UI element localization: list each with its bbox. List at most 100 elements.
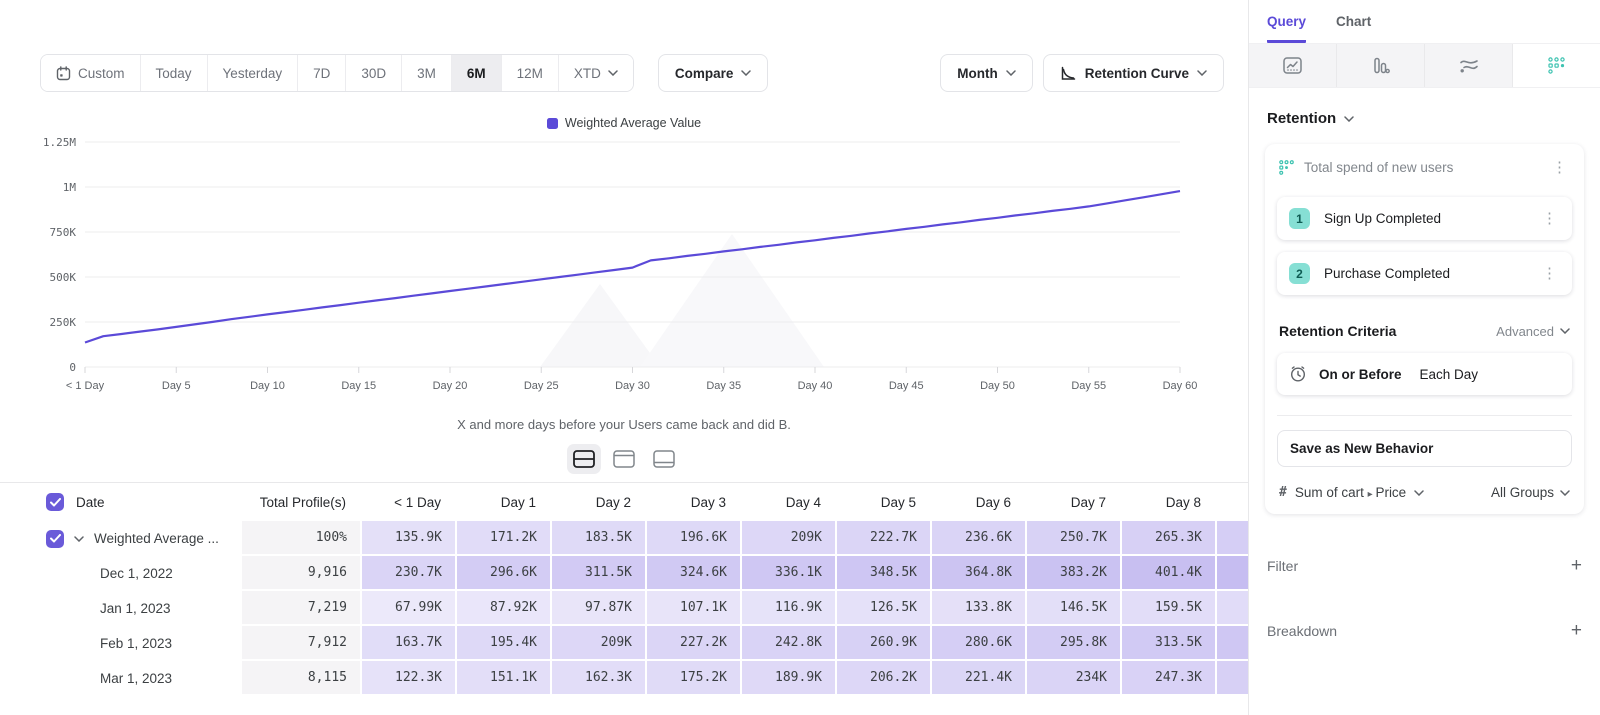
layout-split-icon[interactable]: [567, 444, 601, 474]
retention-cell-1day[interactable]: 67.99K: [360, 591, 455, 626]
bar-chart-icon[interactable]: [1337, 44, 1425, 87]
table-row[interactable]: Dec 1, 20229,916230.7K296.6K311.5K324.6K…: [0, 556, 1248, 591]
range-3m[interactable]: 3M: [402, 55, 452, 91]
insights-icon[interactable]: [1249, 44, 1337, 87]
number-property-icon: #: [1279, 485, 1287, 500]
table-row[interactable]: Mar 1, 20238,115122.3K151.1K162.3K175.2K…: [0, 661, 1248, 696]
retention-cell-day2[interactable]: 183.5K: [550, 521, 645, 556]
retention-cell-day1[interactable]: 195.4K: [455, 626, 550, 661]
range-custom[interactable]: Custom: [41, 55, 141, 91]
retention-cell-day8[interactable]: 401.4K: [1120, 556, 1215, 591]
kebab-menu-icon[interactable]: ⋮: [1549, 160, 1570, 175]
retention-cell-1day[interactable]: 135.9K: [360, 521, 455, 556]
behavior-step[interactable]: 2Purchase Completed⋮: [1277, 252, 1572, 295]
retention-cell-day7[interactable]: 250.7K: [1025, 521, 1120, 556]
layout-table-only-icon[interactable]: [647, 444, 681, 474]
retention-cell-day1[interactable]: 296.6K: [455, 556, 550, 591]
range-6m[interactable]: 6M: [452, 55, 502, 91]
retention-cell-day4[interactable]: 242.8K: [740, 626, 835, 661]
retention-cell-day1[interactable]: 87.92K: [455, 591, 550, 626]
retention-cell-day3[interactable]: 196.6K: [645, 521, 740, 556]
behavior-step[interactable]: 1Sign Up Completed⋮: [1277, 197, 1572, 240]
retention-cell-day7[interactable]: 295.8K: [1025, 626, 1120, 661]
retention-cell-day7[interactable]: 234K: [1025, 661, 1120, 696]
retention-cell-day4[interactable]: 209K: [740, 521, 835, 556]
retention-cell-day6[interactable]: 280.6K: [930, 626, 1025, 661]
behavior-card: Total spend of new users ⋮ 1Sign Up Comp…: [1265, 144, 1584, 514]
retention-cell-day3[interactable]: 175.2K: [645, 661, 740, 696]
compare-label: Compare: [675, 66, 734, 81]
retention-cell-day2[interactable]: 311.5K: [550, 556, 645, 591]
advanced-dropdown[interactable]: Advanced: [1496, 324, 1570, 339]
retention-cell-day6[interactable]: 364.8K: [930, 556, 1025, 591]
retention-cell-day5[interactable]: 222.7K: [835, 521, 930, 556]
retention-cell-1day[interactable]: 230.7K: [360, 556, 455, 591]
layout-chart-only-icon[interactable]: [607, 444, 641, 474]
chart-legend[interactable]: Weighted Average Value: [0, 114, 1248, 132]
retention-cell-day3[interactable]: 227.2K: [645, 626, 740, 661]
retention-cell-day8[interactable]: 159.5K: [1120, 591, 1215, 626]
kebab-menu-icon[interactable]: ⋮: [1539, 211, 1560, 226]
compare-button[interactable]: Compare: [658, 54, 769, 92]
range-7d[interactable]: 7D: [298, 55, 346, 91]
report-type-select[interactable]: Retention: [1267, 110, 1600, 127]
granularity-button[interactable]: Month: [940, 54, 1032, 92]
retention-cell-day3[interactable]: 107.1K: [645, 591, 740, 626]
retention-cell-day7[interactable]: 146.5K: [1025, 591, 1120, 626]
criteria-condition[interactable]: On or Before: [1319, 367, 1402, 382]
retention-cell-day5[interactable]: 348.5K: [835, 556, 930, 591]
select-all-checkbox[interactable]: [46, 493, 64, 511]
retention-cell-day1[interactable]: 151.1K: [455, 661, 550, 696]
behavior-title[interactable]: Total spend of new users: [1304, 160, 1539, 175]
property-select[interactable]: Sum of cart ▸ Price: [1295, 485, 1406, 500]
table-row[interactable]: Weighted Average ...100%135.9K171.2K183.…: [0, 521, 1248, 556]
chevron-down-icon: [1560, 328, 1570, 334]
kebab-menu-icon[interactable]: ⋮: [1539, 266, 1560, 281]
add-filter-button[interactable]: +: [1571, 556, 1582, 575]
retention-cell-day2[interactable]: 162.3K: [550, 661, 645, 696]
retention-cell-day5[interactable]: 260.9K: [835, 626, 930, 661]
retention-cell-day8[interactable]: 265.3K: [1120, 521, 1215, 556]
svg-text:Day 30: Day 30: [615, 380, 650, 392]
retention-cell-day8[interactable]: 247.3K: [1120, 661, 1215, 696]
range-30d[interactable]: 30D: [346, 55, 402, 91]
all-groups-dropdown[interactable]: All Groups: [1491, 485, 1570, 500]
flows-icon[interactable]: [1425, 44, 1513, 87]
retention-cell-day4[interactable]: 116.9K: [740, 591, 835, 626]
add-breakdown-button[interactable]: +: [1571, 621, 1582, 640]
filter-label: Filter: [1267, 558, 1571, 574]
step-number-badge: 2: [1289, 263, 1310, 284]
chart-type-button[interactable]: Retention Curve: [1043, 54, 1224, 92]
retention-line-chart[interactable]: 0250K500K750K1M1.25M< 1 DayDay 5Day 10Da…: [0, 134, 1248, 417]
retention-cell-1day[interactable]: 163.7K: [360, 626, 455, 661]
retention-cell-day6[interactable]: 236.6K: [930, 521, 1025, 556]
table-row[interactable]: Feb 1, 20237,912163.7K195.4K209K227.2K24…: [0, 626, 1248, 661]
svg-text:Day 45: Day 45: [889, 380, 924, 392]
retention-dots-icon[interactable]: [1513, 44, 1600, 87]
save-as-new-behavior-button[interactable]: Save as New Behavior: [1277, 430, 1572, 467]
tab-chart[interactable]: Chart: [1336, 14, 1371, 43]
retention-cell-day8[interactable]: 313.5K: [1120, 626, 1215, 661]
retention-cell-day2[interactable]: 97.87K: [550, 591, 645, 626]
retention-cell-day1[interactable]: 171.2K: [455, 521, 550, 556]
retention-cell-day3[interactable]: 324.6K: [645, 556, 740, 591]
table-row[interactable]: Jan 1, 20237,21967.99K87.92K97.87K107.1K…: [0, 591, 1248, 626]
retention-cell-day7[interactable]: 383.2K: [1025, 556, 1120, 591]
svg-text:Day 25: Day 25: [524, 380, 559, 392]
retention-cell-day6[interactable]: 133.8K: [930, 591, 1025, 626]
retention-cell-day6[interactable]: 221.4K: [930, 661, 1025, 696]
range-xtd[interactable]: XTD: [559, 55, 633, 91]
criteria-period[interactable]: Each Day: [1420, 367, 1479, 382]
retention-cell-day4[interactable]: 336.1K: [740, 556, 835, 591]
retention-cell-day5[interactable]: 126.5K: [835, 591, 930, 626]
retention-cell-day5[interactable]: 206.2K: [835, 661, 930, 696]
row-checkbox[interactable]: [46, 530, 64, 548]
tab-query[interactable]: Query: [1267, 14, 1306, 43]
range-12m[interactable]: 12M: [502, 55, 559, 91]
expand-chevron-icon[interactable]: [74, 536, 84, 542]
range-today[interactable]: Today: [141, 55, 208, 91]
retention-cell-1day[interactable]: 122.3K: [360, 661, 455, 696]
range-yesterday[interactable]: Yesterday: [208, 55, 299, 91]
retention-cell-day4[interactable]: 189.9K: [740, 661, 835, 696]
retention-cell-day2[interactable]: 209K: [550, 626, 645, 661]
